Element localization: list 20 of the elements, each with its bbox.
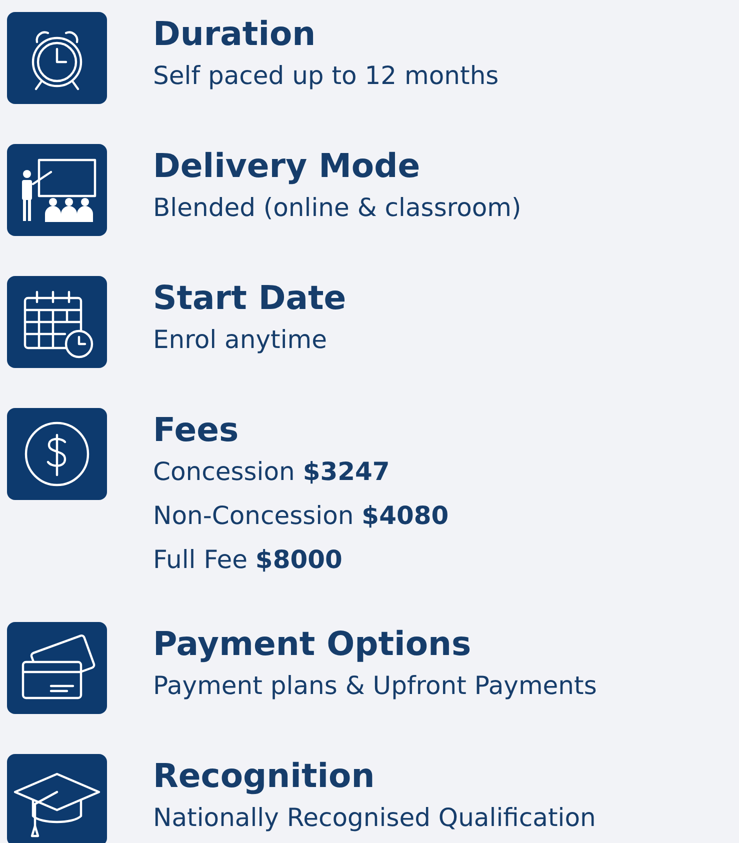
alarm-clock-icon	[7, 12, 107, 104]
teacher-classroom-icon	[7, 144, 107, 236]
section-title: Fees	[153, 410, 240, 450]
detail-text: Enrol anytime	[153, 324, 328, 356]
calendar-clock-icon	[7, 276, 107, 368]
dollar-coin-icon	[7, 408, 107, 500]
graduation-cap-icon	[7, 754, 107, 843]
detail-text: Non-Concession $4080	[153, 500, 449, 532]
credit-cards-icon	[7, 622, 107, 714]
detail-text: Full Fee $8000	[153, 544, 344, 576]
section-title: Delivery Mode	[153, 146, 422, 186]
detail-text: Nationally Recognised Qualification	[153, 802, 596, 834]
section-title: Duration	[153, 14, 317, 54]
section-title: Start Date	[153, 278, 346, 318]
detail-text: Payment plans & Upfront Payments	[153, 670, 597, 702]
detail-text: Concession $3247	[153, 456, 391, 488]
section-title: Payment Options	[153, 624, 472, 664]
detail-text: Blended (online & classroom)	[153, 192, 522, 224]
section-title: Recognition	[153, 756, 376, 796]
detail-text: Self paced up to 12 months	[153, 60, 499, 92]
